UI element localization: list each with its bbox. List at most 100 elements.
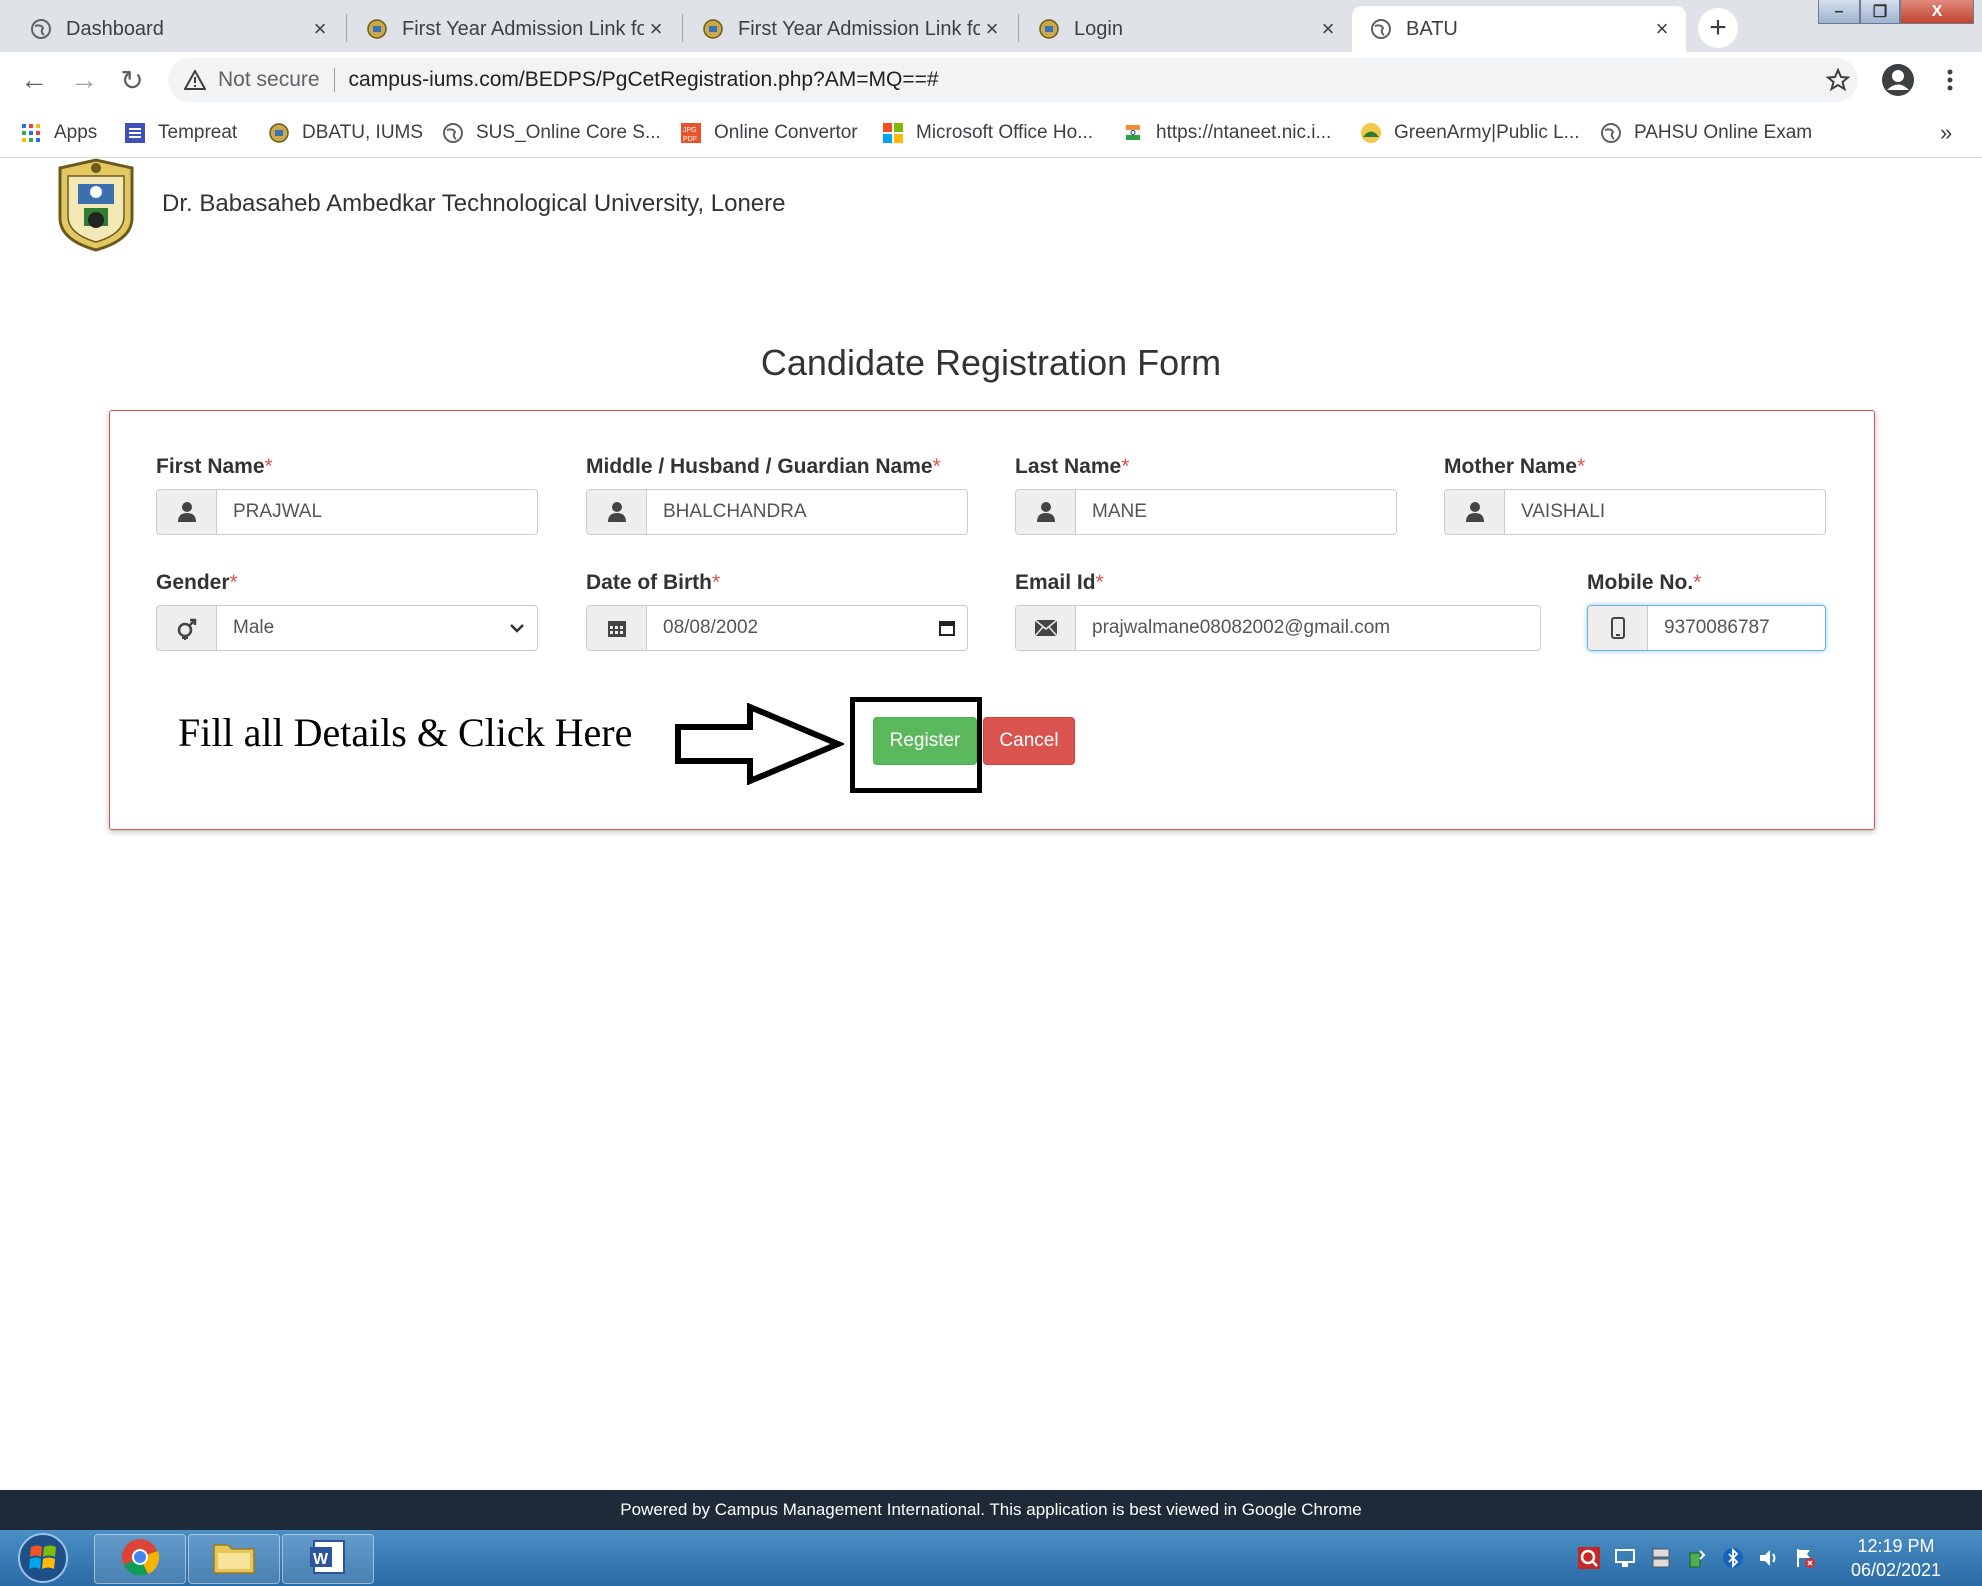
new-tab-button[interactable]: +	[1698, 8, 1738, 48]
tab-title: First Year Admission Link fo	[402, 17, 644, 40]
tray-bluetooth-icon[interactable]	[1720, 1546, 1746, 1570]
university-logo-icon	[702, 18, 724, 40]
warning-triangle-icon[interactable]	[182, 70, 208, 90]
user-icon	[1445, 490, 1505, 534]
url-text[interactable]: campus-iums.com/BEDPS/PgCetRegistration.…	[349, 68, 939, 92]
middle-name-input[interactable]: BHALCHANDRA	[647, 490, 967, 534]
instruction-text: Fill all Details & Click Here	[178, 710, 633, 755]
tab-admission-link-2[interactable]: First Year Admission Link fo ×	[684, 6, 1016, 52]
last-name-field[interactable]: MANE	[1015, 489, 1397, 535]
middle-name-label: Middle / Husband / Guardian Name*	[586, 455, 941, 478]
close-icon[interactable]: ×	[308, 16, 332, 41]
bookmark-dbatu-iums[interactable]: DBATU, IUMS	[268, 118, 423, 148]
security-status[interactable]: Not secure	[218, 68, 320, 92]
mobile-field[interactable]: 9370086787	[1587, 605, 1826, 651]
close-icon[interactable]: ×	[644, 16, 668, 41]
bookmark-online-convertor[interactable]: JPG PDF Online Convertor	[680, 118, 858, 148]
close-icon[interactable]: ×	[980, 16, 1004, 41]
bookmark-pahsu[interactable]: PAHSU Online Exam	[1600, 118, 1812, 148]
reload-button[interactable]: ↻	[114, 62, 150, 98]
registration-form-panel: First Name* Middle / Husband / Guardian …	[109, 410, 1875, 830]
bookmark-microsoft-office[interactable]: Microsoft Office Ho...	[882, 118, 1093, 148]
user-icon	[1016, 490, 1076, 534]
gender-selected-value[interactable]: Male	[217, 606, 497, 650]
chevron-down-icon[interactable]	[497, 606, 537, 650]
bookmark-label: PAHSU Online Exam	[1634, 122, 1813, 143]
last-name-input[interactable]: MANE	[1076, 490, 1396, 534]
globe-icon	[30, 18, 52, 40]
start-button[interactable]	[6, 1532, 80, 1584]
back-button[interactable]: ←	[16, 62, 52, 98]
date-picker-icon[interactable]	[927, 606, 967, 650]
minimize-button[interactable]: –	[1818, 0, 1860, 24]
address-bar[interactable]: Not secure campus-iums.com/BEDPS/PgCetRe…	[168, 58, 1858, 102]
tab-separator	[682, 14, 683, 42]
bookmark-label: Apps	[54, 122, 98, 143]
bookmarks-overflow-button[interactable]: »	[1940, 118, 1952, 148]
bookmark-label: SUS_Online Core S...	[476, 122, 661, 143]
required-asterisk: *	[1693, 571, 1702, 594]
tab-admission-link-1[interactable]: First Year Admission Link fo ×	[348, 6, 680, 52]
taskbar-word[interactable]: W	[282, 1534, 374, 1584]
tray-display-icon[interactable]	[1612, 1546, 1638, 1570]
action-center-flag-icon[interactable]	[1792, 1546, 1818, 1570]
menu-dots-icon[interactable]	[1932, 62, 1968, 98]
divider	[333, 68, 335, 92]
email-field[interactable]: prajwalmane08082002@gmail.com	[1015, 605, 1541, 651]
tab-title: First Year Admission Link fo	[738, 17, 980, 40]
email-label: Email Id*	[1015, 571, 1104, 594]
bookmark-label: Microsoft Office Ho...	[916, 122, 1094, 143]
mother-name-field[interactable]: VAISHALI	[1444, 489, 1826, 535]
antivirus-icon[interactable]	[1576, 1546, 1602, 1570]
svg-text:PDF: PDF	[683, 136, 697, 143]
word-icon: W	[308, 1537, 348, 1582]
tab-title: BATU	[1406, 17, 1458, 40]
bookmark-apps[interactable]: Apps	[20, 118, 97, 148]
mother-name-input[interactable]: VAISHALI	[1505, 490, 1825, 534]
windows-taskbar: W 12:19 PM 06/02/2021	[0, 1530, 1982, 1586]
middle-name-field[interactable]: BHALCHANDRA	[586, 489, 968, 535]
gender-select[interactable]: Male	[156, 605, 538, 651]
bookmark-sus-online[interactable]: SUS_Online Core S...	[442, 118, 661, 148]
user-icon	[587, 490, 647, 534]
globe-icon	[442, 122, 464, 144]
email-input[interactable]: prajwalmane08082002@gmail.com	[1076, 606, 1540, 650]
bookmark-greenarmy[interactable]: GreenArmy|Public L...	[1360, 118, 1580, 148]
close-window-button[interactable]: X	[1900, 0, 1974, 24]
taskbar-file-explorer[interactable]	[188, 1534, 280, 1584]
required-asterisk: *	[712, 571, 721, 594]
emblem-icon	[1122, 122, 1144, 144]
bookmark-star-icon[interactable]	[1820, 62, 1856, 98]
close-icon[interactable]: ×	[1650, 16, 1674, 41]
university-logo	[54, 158, 138, 252]
mobile-input[interactable]: 9370086787	[1648, 606, 1825, 650]
cancel-button[interactable]: Cancel	[983, 717, 1075, 765]
first-name-input[interactable]: PRAJWAL	[217, 490, 537, 534]
volume-icon[interactable]	[1756, 1546, 1782, 1570]
bookmark-tempreat[interactable]: Tempreat	[124, 118, 237, 148]
tab-batu[interactable]: BATU ×	[1352, 6, 1686, 52]
phone-icon	[1588, 606, 1648, 650]
tab-title: Login	[1074, 17, 1123, 40]
tab-dashboard[interactable]: Dashboard ×	[12, 6, 344, 52]
tray-power-icon[interactable]	[1684, 1546, 1710, 1570]
required-asterisk: *	[1095, 571, 1104, 594]
register-button[interactable]: Register	[873, 717, 977, 765]
forward-button[interactable]: →	[66, 62, 102, 98]
maximize-button[interactable]: ❐	[1860, 0, 1900, 24]
apps-grid-icon	[20, 122, 42, 144]
arrow-right-icon	[675, 703, 844, 785]
profile-avatar-icon[interactable]	[1880, 62, 1916, 98]
required-asterisk: *	[932, 455, 941, 478]
taskbar-chrome[interactable]	[94, 1534, 186, 1584]
footer: Powered by Campus Management Internation…	[0, 1490, 1982, 1530]
dob-input[interactable]: 08/08/2002	[647, 606, 927, 650]
tray-network-drive-icon[interactable]	[1648, 1546, 1674, 1570]
required-asterisk: *	[264, 455, 273, 478]
system-clock[interactable]: 12:19 PM 06/02/2021	[1840, 1534, 1952, 1582]
dob-field[interactable]: 08/08/2002	[586, 605, 968, 651]
first-name-field[interactable]: PRAJWAL	[156, 489, 538, 535]
tab-login[interactable]: Login ×	[1020, 6, 1352, 52]
bookmark-ntaneet[interactable]: https://ntaneet.nic.i...	[1122, 118, 1331, 148]
close-icon[interactable]: ×	[1316, 16, 1340, 41]
